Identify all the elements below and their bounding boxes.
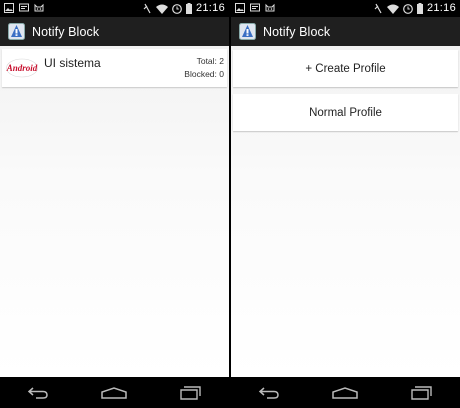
status-system: 21:16 (374, 2, 456, 15)
back-icon (28, 386, 48, 399)
alarm-icon (403, 3, 413, 14)
battery-icon (185, 3, 192, 14)
home-button[interactable] (330, 383, 360, 403)
svg-text:Android: Android (6, 63, 38, 73)
action-bar: Notify Block (231, 17, 460, 46)
app-title: Notify Block (263, 24, 331, 39)
home-button[interactable] (99, 383, 129, 403)
app-name: UI sistema (44, 56, 101, 70)
recents-button[interactable] (407, 383, 437, 403)
image-icon (4, 3, 14, 13)
status-notifications (4, 3, 44, 13)
recents-icon (180, 385, 201, 400)
blocked-count: Blocked: 0 (184, 69, 224, 79)
wifi-icon (155, 4, 168, 14)
navigation-bar (231, 377, 460, 408)
screen-left: 21:16 Notify Block Android UI sistema To… (0, 0, 229, 408)
image-icon (235, 3, 245, 13)
normal-profile-button[interactable]: Normal Profile (233, 94, 458, 131)
status-bar: 21:16 (231, 0, 460, 17)
back-button[interactable] (23, 383, 53, 403)
total-count: Total: 2 (196, 56, 224, 66)
status-time: 21:16 (195, 2, 225, 14)
list-item-ui-sistema[interactable]: Android UI sistema Total: 2 Blocked: 0 (2, 49, 227, 87)
notify-block-app-icon[interactable] (8, 23, 25, 40)
vibrate-icon (143, 3, 151, 14)
app-title: Notify Block (32, 24, 100, 39)
status-time: 21:16 (426, 2, 456, 14)
notification-icon (19, 3, 29, 12)
notification-icon (250, 3, 260, 12)
screen-right: 21:16 Notify Block + Create Profile Norm… (231, 0, 460, 408)
navigation-bar (0, 377, 229, 408)
recents-icon (411, 385, 432, 400)
status-system: 21:16 (143, 2, 225, 15)
home-icon (332, 386, 359, 399)
create-profile-button[interactable]: + Create Profile (233, 50, 458, 87)
cat-icon (265, 3, 275, 12)
home-icon (101, 386, 128, 399)
app-list: Android UI sistema Total: 2 Blocked: 0 (0, 46, 229, 377)
vibrate-icon (374, 3, 382, 14)
alarm-icon (172, 3, 182, 14)
cat-icon (34, 3, 44, 12)
wifi-icon (386, 4, 399, 14)
back-icon (259, 386, 279, 399)
profile-list: + Create Profile Normal Profile (231, 46, 460, 377)
status-bar: 21:16 (0, 0, 229, 17)
battery-icon (416, 3, 423, 14)
recents-button[interactable] (176, 383, 206, 403)
notify-block-app-icon[interactable] (239, 23, 256, 40)
android-logo-icon: Android (6, 58, 38, 78)
status-notifications (235, 3, 275, 13)
back-button[interactable] (254, 383, 284, 403)
action-bar: Notify Block (0, 17, 229, 46)
